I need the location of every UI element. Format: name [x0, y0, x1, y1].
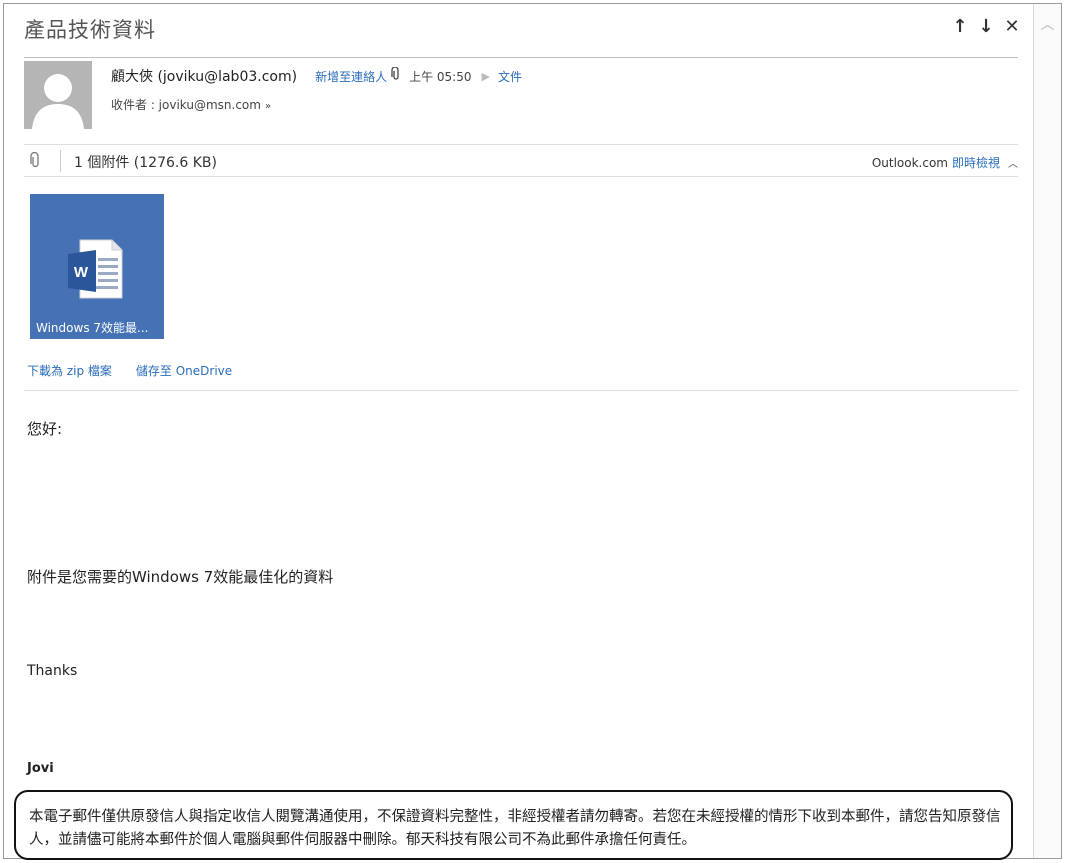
divider [24, 57, 1018, 58]
preview-link[interactable]: 即時檢視 [952, 156, 1000, 170]
recipient-line[interactable]: 收件者 : joviku@msn.com » [111, 96, 271, 113]
word-document-icon: W [68, 238, 124, 304]
scrollbar[interactable]: ︿ [1033, 4, 1061, 858]
svg-text:W: W [74, 264, 89, 281]
thanks-text: Thanks [27, 663, 78, 679]
disclaimer: 本電子郵件僅供原發信人與指定收信人閱覽溝通使用，不保證資料完整性，非經授權者請勿… [14, 790, 1013, 860]
separator [60, 150, 61, 172]
received-time: 上午 05:50 [409, 69, 472, 84]
attachment-bar: 1 個附件 (1276.6 KB) Outlook.com 即時檢視 ︿ [24, 150, 1018, 174]
flag-icon[interactable]: ▶ [482, 70, 490, 83]
arrow-down-icon[interactable]: ↓ [977, 16, 995, 37]
add-contact-link[interactable]: 新增至連絡人 [315, 68, 387, 85]
recipient-text: 收件者 : joviku@msn.com [111, 98, 261, 112]
message-nav: ↑ ↓ ✕ [951, 16, 1021, 37]
body-line: 附件是您需要的Windows 7效能最佳化的資料 [27, 568, 334, 586]
paperclip-icon [30, 151, 41, 172]
category-link[interactable]: 文件 [498, 68, 522, 85]
chevron-up-icon[interactable]: ︿ [1008, 159, 1018, 170]
paperclip-icon [391, 66, 401, 85]
greeting: 您好: [27, 420, 63, 438]
download-zip-link[interactable]: 下載為 zip 檔案 [27, 362, 112, 379]
scroll-up-icon[interactable]: ︿ [1034, 14, 1061, 34]
preview-brand: Outlook.com [871, 156, 948, 170]
online-preview: Outlook.com 即時檢視 ︿ [872, 154, 1018, 171]
arrow-up-icon[interactable]: ↑ [951, 16, 969, 37]
avatar [24, 61, 92, 129]
sender-line: 顧大俠 (joviku@lab03.com) 新增至連絡人 上午 05:50 ▶… [111, 66, 522, 86]
sender-name[interactable]: 顧大俠 (joviku@lab03.com) [111, 66, 297, 86]
attachment-tile[interactable]: W Windows 7效能最... [30, 194, 164, 339]
signature: Jovi [27, 761, 54, 776]
email-window: ︿ 產品技術資料 ↑ ↓ ✕ 顧大俠 (joviku@lab03.com) 新增… [3, 3, 1062, 860]
divider [24, 144, 1018, 145]
attachment-filename: Windows 7效能最... [36, 321, 149, 335]
divider [24, 176, 1018, 177]
close-icon[interactable]: ✕ [1003, 16, 1021, 37]
email-subject: 產品技術資料 [24, 18, 156, 42]
chevron-down-icon[interactable]: » [265, 101, 271, 112]
save-onedrive-link[interactable]: 儲存至 OneDrive [136, 362, 232, 379]
attachment-actions: 下載為 zip 檔案 儲存至 OneDrive [27, 362, 232, 379]
divider [24, 390, 1018, 391]
attachment-count: 1 個附件 (1276.6 KB) [74, 155, 217, 171]
